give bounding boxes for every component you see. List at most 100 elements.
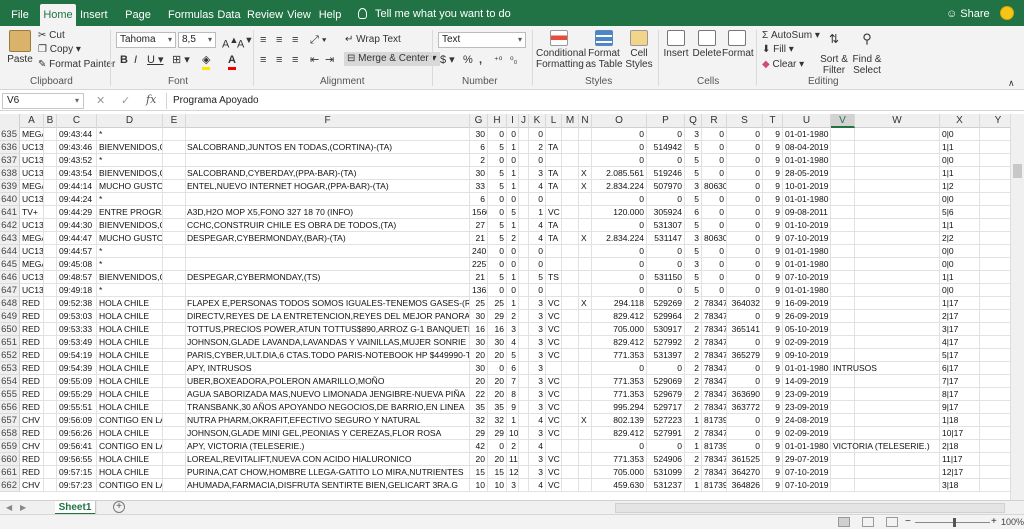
- column-header[interactable]: P: [647, 114, 685, 128]
- cell[interactable]: 30: [470, 310, 488, 323]
- cell[interactable]: 78347: [702, 375, 727, 388]
- cell[interactable]: [163, 167, 186, 180]
- cell[interactable]: 3: [529, 401, 546, 414]
- cell[interactable]: 5: [507, 349, 519, 362]
- cell[interactable]: [855, 414, 940, 427]
- row-header[interactable]: 650: [0, 323, 20, 336]
- bottom-align-icon[interactable]: ≡: [292, 33, 298, 47]
- cell[interactable]: 0: [727, 167, 763, 180]
- cell[interactable]: 3: [507, 323, 519, 336]
- cell[interactable]: [163, 349, 186, 362]
- cell[interactable]: [562, 388, 579, 401]
- cell[interactable]: 2.834.224: [592, 232, 647, 245]
- cell[interactable]: 0: [592, 141, 647, 154]
- cell[interactable]: HOLA CHILE: [97, 310, 163, 323]
- next-sheet-icon[interactable]: ▶: [20, 501, 26, 514]
- cell[interactable]: 1|18: [940, 414, 980, 427]
- cell[interactable]: 78347: [702, 362, 727, 375]
- row-header[interactable]: 654: [0, 375, 20, 388]
- cell[interactable]: 4: [529, 232, 546, 245]
- cell[interactable]: [579, 141, 592, 154]
- fill-button[interactable]: ⬇ Fill ▾: [762, 43, 794, 57]
- cell[interactable]: [163, 206, 186, 219]
- cell[interactable]: 0: [592, 284, 647, 297]
- cell[interactable]: [562, 167, 579, 180]
- cell[interactable]: 3: [529, 362, 546, 375]
- cell[interactable]: UC13: [20, 271, 44, 284]
- cell[interactable]: [519, 310, 529, 323]
- cell[interactable]: 07-10-2019: [783, 466, 831, 479]
- cell[interactable]: 829.412: [592, 336, 647, 349]
- cell[interactable]: [562, 427, 579, 440]
- cell[interactable]: [44, 154, 57, 167]
- cell[interactable]: 771.353: [592, 349, 647, 362]
- cell[interactable]: [831, 427, 855, 440]
- shrink-font-icon[interactable]: A▼: [237, 33, 253, 52]
- cell[interactable]: 0: [702, 284, 727, 297]
- cell[interactable]: [44, 401, 57, 414]
- cell[interactable]: 2: [685, 349, 702, 362]
- cell[interactable]: BIENVENIDOS,CADA UNO: [97, 167, 163, 180]
- cell[interactable]: AGUA SABORIZADA MAS,NUEVO LIMONADA JENGI…: [186, 388, 470, 401]
- cell[interactable]: [855, 336, 940, 349]
- cell[interactable]: [855, 388, 940, 401]
- cell[interactable]: 15: [488, 466, 507, 479]
- cell[interactable]: [562, 362, 579, 375]
- cell[interactable]: [831, 180, 855, 193]
- cell[interactable]: *: [97, 128, 163, 141]
- cell[interactable]: 0|0: [940, 193, 980, 206]
- italic-icon[interactable]: I: [134, 53, 137, 67]
- cell[interactable]: [44, 323, 57, 336]
- cell[interactable]: 0: [727, 193, 763, 206]
- column-header[interactable]: N: [579, 114, 592, 128]
- cell[interactable]: [163, 219, 186, 232]
- cell[interactable]: 0: [592, 193, 647, 206]
- cell[interactable]: VC: [546, 453, 562, 466]
- cell[interactable]: 14-09-2019: [783, 375, 831, 388]
- cell[interactable]: 9: [507, 401, 519, 414]
- cell[interactable]: 705.000: [592, 466, 647, 479]
- cell[interactable]: 0|0: [940, 128, 980, 141]
- cell[interactable]: 0: [647, 440, 685, 453]
- cell[interactable]: [855, 323, 940, 336]
- cell[interactable]: [831, 271, 855, 284]
- cell[interactable]: 2: [685, 310, 702, 323]
- cell[interactable]: 0: [529, 128, 546, 141]
- cell[interactable]: 28-05-2019: [783, 167, 831, 180]
- cell[interactable]: [519, 180, 529, 193]
- cell[interactable]: 09:53:49: [57, 336, 97, 349]
- row-header[interactable]: 646: [0, 271, 20, 284]
- cell[interactable]: UC13: [20, 193, 44, 206]
- column-header[interactable]: F: [186, 114, 470, 128]
- font-color-icon[interactable]: A: [228, 53, 236, 70]
- cell[interactable]: [579, 310, 592, 323]
- cell[interactable]: 527223: [647, 414, 685, 427]
- cell[interactable]: [579, 271, 592, 284]
- cell[interactable]: [519, 336, 529, 349]
- cell[interactable]: 2: [685, 466, 702, 479]
- cell[interactable]: [519, 258, 529, 271]
- row-header[interactable]: 659: [0, 440, 20, 453]
- orientation-icon[interactable]: ⤢ ▾: [310, 33, 326, 47]
- cell[interactable]: [855, 284, 940, 297]
- cell[interactable]: 1: [507, 180, 519, 193]
- cell[interactable]: [579, 258, 592, 271]
- column-header[interactable]: U: [783, 114, 831, 128]
- cell[interactable]: 9: [763, 336, 783, 349]
- cell[interactable]: 363690: [727, 388, 763, 401]
- cell[interactable]: 0: [507, 284, 519, 297]
- cell[interactable]: HOLA CHILE: [97, 349, 163, 362]
- cell[interactable]: 15: [470, 466, 488, 479]
- cell[interactable]: 35: [470, 401, 488, 414]
- cell[interactable]: 0: [507, 154, 519, 167]
- cell[interactable]: 0: [647, 258, 685, 271]
- cell[interactable]: 01-10-2019: [783, 219, 831, 232]
- cell[interactable]: 0: [727, 219, 763, 232]
- cell[interactable]: [562, 180, 579, 193]
- sort-filter-button[interactable]: ⇅ Sort & Filter: [818, 30, 850, 76]
- cell[interactable]: ENTRE PROGRAMAS: [97, 206, 163, 219]
- currency-icon[interactable]: $ ▾: [440, 53, 455, 67]
- cell[interactable]: 2257: [470, 258, 488, 271]
- cell[interactable]: [831, 310, 855, 323]
- zoom-slider-thumb[interactable]: [953, 518, 956, 527]
